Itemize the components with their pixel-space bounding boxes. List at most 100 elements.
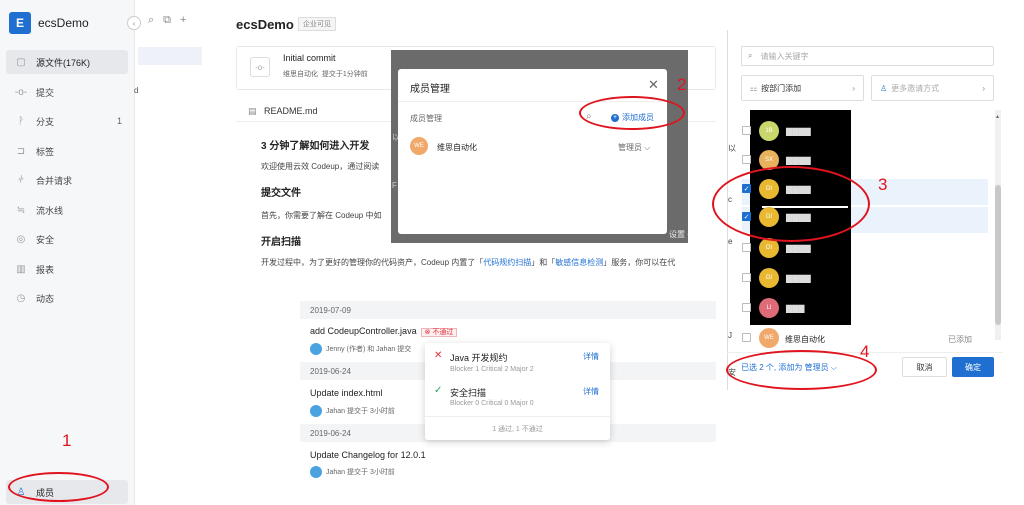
obscured-text: F <box>392 181 397 190</box>
sidebar-item-tags[interactable]: ⊐ 标签 <box>6 139 128 163</box>
doc-paragraph-scan: 开发过程中，为了更好的管理你的代码资产，Codeup 内置了「代码规约扫描」和「… <box>261 258 676 267</box>
obscured-text: e <box>728 237 733 246</box>
readme-filename: README.md <box>264 106 318 116</box>
sidebar-item-pipeline[interactable]: ≒ 流水线 <box>6 198 128 222</box>
scroll-up-icon[interactable]: ▴ <box>996 113 999 120</box>
member-role-select[interactable]: 管理员 ⌵ <box>618 142 650 153</box>
copy-icon[interactable]: ⧉ <box>163 14 171 27</box>
avatar: LI <box>759 298 779 318</box>
sidebar-item-label: 源文件(176K) <box>36 57 91 68</box>
doc-heading-scan: 开启扫描 <box>261 237 301 248</box>
annotation-number-4: 4 <box>860 342 870 361</box>
history-date: 2019-07-09 <box>300 301 716 319</box>
chevron-right-icon: › <box>852 83 855 93</box>
sidebar-item-label: 提交 <box>36 87 55 98</box>
scan-java-title: Java 开发规约 <box>450 353 508 363</box>
member-checkbox[interactable] <box>742 155 751 164</box>
modal-title: 成员管理 <box>410 84 450 95</box>
annotation-number-1: 1 <box>62 431 72 450</box>
member-name: ▇▇▇▇ <box>786 127 811 136</box>
scan-security-title: 安全扫描 <box>450 388 487 398</box>
sidebar-item-label: 流水线 <box>36 205 64 216</box>
doc-paragraph: 欢迎使用云效 Codeup，通过阅读 <box>261 162 380 171</box>
doc-heading-quickstart: 3 分钟了解如何进入开发 <box>261 141 370 152</box>
code-scan-link[interactable]: 代码规约扫描 <box>483 258 531 267</box>
sidebar-item-label: 分支 <box>36 116 55 127</box>
scan-security-detail-link[interactable]: 详情 <box>583 386 599 397</box>
history-commit-title[interactable]: add CodeupController.java ⊗ 不通过 <box>310 326 458 337</box>
popover-divider <box>425 416 610 417</box>
member-section-label: 成员管理 <box>410 114 442 123</box>
member-checkbox[interactable] <box>742 243 751 252</box>
pass-icon: ✓ <box>434 385 443 396</box>
confirm-button[interactable]: 确定 <box>952 357 994 377</box>
sidebar <box>0 0 135 505</box>
sidebar-item-commits[interactable]: -o- 提交 <box>6 80 128 104</box>
keyword-search-input[interactable]: ⌕ 请输入关键字 <box>741 46 994 66</box>
sidebar-item-branches[interactable]: ᚹ 分支 1 <box>6 109 128 133</box>
project-logo[interactable]: E <box>9 12 31 34</box>
fail-icon: ✕ <box>434 350 443 361</box>
sidebar-item-label: 标签 <box>36 146 55 157</box>
member-name: ▇▇▇ <box>786 304 805 313</box>
sidebar-item-source[interactable]: ▢ 源文件(176K) <box>6 50 128 74</box>
checkbox-disabled <box>742 333 751 342</box>
obscured-text: 以 <box>728 144 736 153</box>
avatar: DI <box>759 268 779 288</box>
branch-icon: ᚹ <box>18 115 24 127</box>
commit-meta: 维思自动化 提交于1分钟前 <box>283 69 368 79</box>
search-placeholder: 请输入关键字 <box>760 51 809 61</box>
more-invite-button[interactable]: ♙ 更多邀请方式 › <box>871 75 994 101</box>
branch-count: 1 <box>116 116 122 126</box>
history-commit-meta: Jahan 提交于 3小时前 <box>310 405 395 417</box>
scrollbar-thumb[interactable] <box>995 185 1001 325</box>
project-name[interactable]: ecsDemo <box>38 16 89 30</box>
file-tree-selection[interactable] <box>138 47 202 65</box>
member-checkbox[interactable] <box>742 303 751 312</box>
tag-icon: ⊐ <box>16 145 26 157</box>
add-icon[interactable]: + <box>180 14 186 27</box>
scan-security-summary: Blocker 0 Critical 0 Major 0 <box>450 400 534 407</box>
sidebar-item-reports[interactable]: ▥ 报表 <box>6 257 128 281</box>
sidebar-item-label: 报表 <box>36 264 55 275</box>
member-checkbox[interactable] <box>742 126 751 135</box>
user-icon: ♙ <box>880 83 888 93</box>
sidebar-item-activity[interactable]: ◷ 动态 <box>6 286 128 310</box>
collapse-sidebar-button[interactable]: ‹ <box>127 16 141 30</box>
commit-icon: -o- <box>250 57 270 77</box>
annotation-circle-4 <box>726 350 877 390</box>
member-status: 已添加 <box>948 335 972 344</box>
cancel-button[interactable]: 取消 <box>902 357 947 377</box>
avatar <box>310 405 322 417</box>
commit-icon: -o- <box>14 86 28 98</box>
code-icon: ▢ <box>16 56 26 68</box>
avatar: WE <box>759 328 779 348</box>
chart-icon: ▥ <box>16 263 26 275</box>
scan-fail-badge[interactable]: ⊗ 不通过 <box>420 328 458 337</box>
commit-title[interactable]: Initial commit <box>283 53 336 63</box>
avatar <box>310 466 322 478</box>
sidebar-item-merge-requests[interactable]: ⫩ 合并请求 <box>6 168 128 192</box>
history-commit-title[interactable]: Update Changelog for 12.0.1 <box>310 450 426 460</box>
annotation-number-2: 2 <box>677 75 687 94</box>
file-tree-text: d <box>134 86 139 95</box>
shield-icon: ◎ <box>16 233 26 245</box>
member-name: ▇▇▇▇ <box>786 244 811 253</box>
search-icon[interactable]: ⌕ <box>148 14 154 27</box>
sensitive-check-link[interactable]: 敏感信息检测 <box>555 258 603 267</box>
commit-time: 提交于1分钟前 <box>321 71 368 78</box>
member-checkbox[interactable] <box>742 273 751 282</box>
member-name: 维思自动化 <box>437 143 477 152</box>
scan-java-summary: Blocker 1 Critical 2 Major 2 <box>450 366 534 373</box>
history-commit-title[interactable]: Update index.html <box>310 388 383 398</box>
sidebar-item-security[interactable]: ◎ 安全 <box>6 227 128 251</box>
scan-java-detail-link[interactable]: 详情 <box>583 351 599 362</box>
readme-icon: ▤ <box>248 106 257 116</box>
pipeline-icon: ≒ <box>16 204 26 216</box>
avatar <box>310 343 322 355</box>
add-by-department-button[interactable]: ⚏ 按部门添加 › <box>741 75 864 101</box>
annotation-number-3: 3 <box>878 175 888 194</box>
member-name: ▇▇▇▇ <box>786 274 811 283</box>
close-icon[interactable]: ✕ <box>648 77 659 93</box>
repo-title: ecsDemo <box>236 17 294 32</box>
